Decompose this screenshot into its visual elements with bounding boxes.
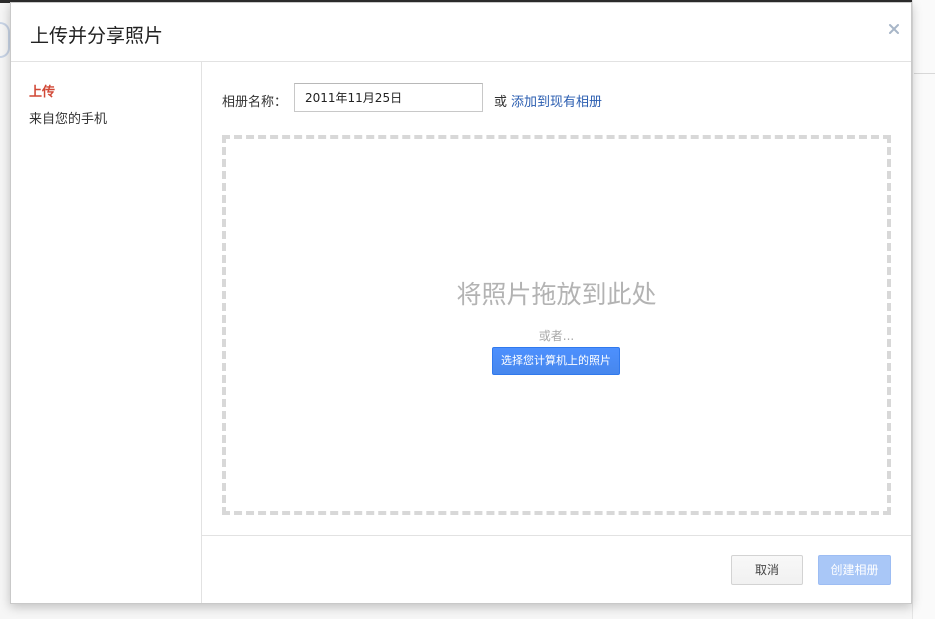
album-name-label: 相册名称： bbox=[222, 95, 288, 110]
drop-zone-title: 将照片拖放到此处 bbox=[456, 280, 657, 309]
sidebar-item-upload[interactable]: 上传 bbox=[29, 81, 55, 100]
upload-sidebar: 上传 来自您的手机 bbox=[11, 62, 202, 603]
or-text: 或 bbox=[494, 95, 508, 110]
choose-photos-button[interactable]: 选择您计算机上的照片 bbox=[492, 347, 620, 375]
upload-main-panel: 相册名称： 或 添加到现有相册 将照片拖放到此处 或者... 选择您计算机上的照… bbox=[202, 62, 911, 603]
upload-share-dialog: 上传并分享照片 上传 来自您的手机 相册名称： 或 添加到现有相册 将照片拖放到… bbox=[10, 2, 912, 604]
dialog-title: 上传并分享照片 bbox=[30, 25, 164, 47]
background-divider bbox=[914, 73, 935, 74]
dialog-header: 上传并分享照片 bbox=[11, 3, 911, 62]
footer-divider bbox=[202, 535, 911, 536]
cancel-button[interactable]: 取消 bbox=[731, 555, 803, 585]
drop-zone-or-text: 或者... bbox=[538, 329, 575, 343]
background-logo-fragment bbox=[0, 22, 10, 58]
create-album-button[interactable]: 创建相册 bbox=[818, 555, 891, 585]
photo-drop-zone[interactable]: 将照片拖放到此处 或者... 选择您计算机上的照片 bbox=[222, 135, 891, 515]
background-right-column bbox=[912, 0, 935, 619]
sidebar-item-from-phone[interactable]: 来自您的手机 bbox=[29, 108, 107, 127]
add-to-existing-album-link[interactable]: 添加到现有相册 bbox=[511, 91, 602, 110]
close-icon[interactable] bbox=[885, 20, 903, 38]
album-name-input[interactable] bbox=[294, 83, 483, 112]
